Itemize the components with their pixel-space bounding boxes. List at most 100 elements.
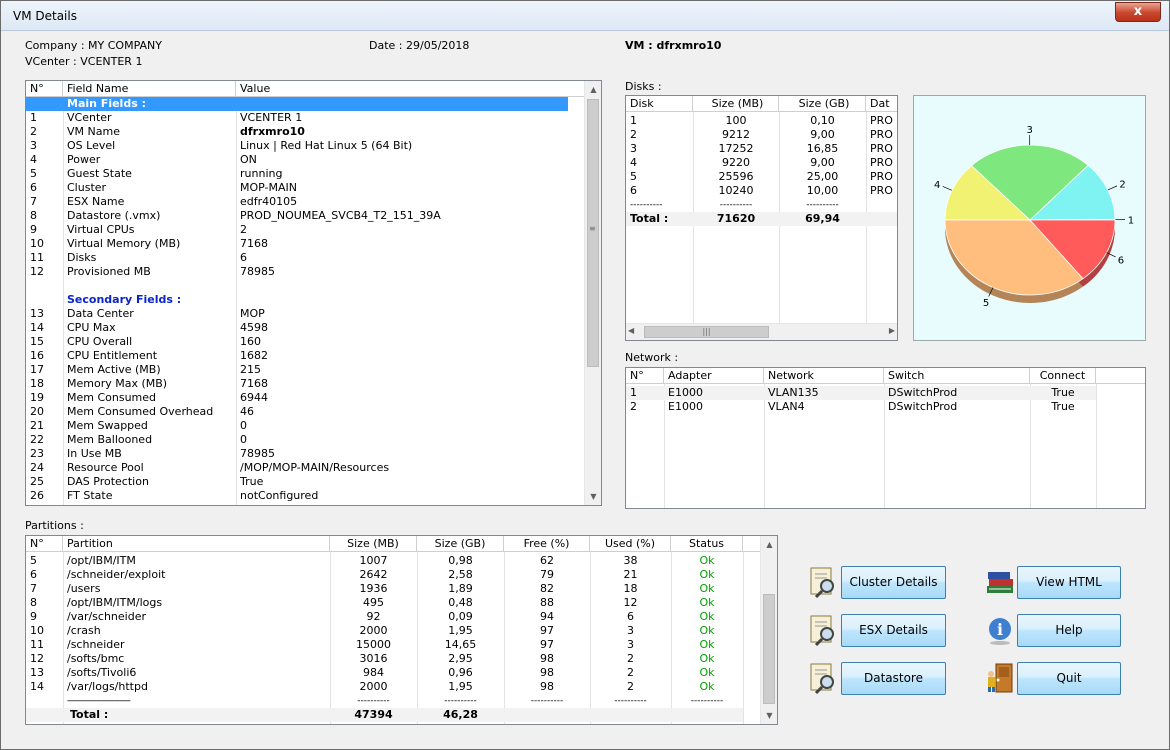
field-value: /MOP/MOP-MAIN/Resources [240, 461, 390, 474]
field-row[interactable]: 10 Virtual Memory (MB) 7168 [26, 237, 568, 251]
secondary-fields-section[interactable]: Secondary Fields : [26, 293, 568, 307]
field-row[interactable]: 22 Mem Ballooned 0 [26, 433, 568, 447]
field-row[interactable]: 12 Provisioned MB 78985 [26, 265, 568, 279]
close-button[interactable]: x [1115, 2, 1161, 22]
col-network[interactable]: Network [764, 368, 884, 384]
field-row[interactable]: 3 OS Level Linux | Red Hat Linux 5 (64 Bit… [26, 139, 568, 153]
col-field-name[interactable]: Field Name [63, 81, 236, 97]
col-status[interactable]: Status [671, 536, 743, 552]
col-free[interactable]: Free (%) [504, 536, 590, 552]
field-name: Guest State [67, 167, 132, 180]
disk-datastore: PRO [870, 114, 893, 127]
field-row[interactable]: 18 Memory Max (MB) 7168 [26, 377, 568, 391]
network-grid[interactable]: N° Adapter Network Switch Connect 1 E1000… [625, 367, 1146, 509]
disk-row[interactable]: 3 17252 16,85 PRO [626, 142, 897, 156]
col-partition[interactable]: Partition [63, 536, 330, 552]
scroll-right-arrow-icon[interactable]: ▶ [889, 326, 895, 335]
field-row[interactable]: 4 Power ON [26, 153, 568, 167]
partition-row[interactable]: 8/opt/IBM/ITM/logs 495 0,48 88 12 Ok [26, 596, 743, 610]
col-disk[interactable]: Disk [626, 96, 693, 112]
disks-hscrollbar[interactable]: ◀ ||| ▶ [626, 323, 897, 340]
col-part-size-gb[interactable]: Size (GB) [417, 536, 504, 552]
field-name: DAS Protection [67, 475, 149, 488]
partition-status: Ok [699, 652, 715, 665]
field-row[interactable]: 5 Guest State running [26, 167, 568, 181]
field-row[interactable]: 26 FT State notConfigured [26, 489, 568, 503]
esx-details-button[interactable]: ESX Details [841, 614, 946, 647]
col-part-size-mb[interactable]: Size (MB) [330, 536, 417, 552]
network-row[interactable]: 1 E1000 VLAN135 DSwitchProd True [626, 386, 1096, 400]
datastore-button[interactable]: Datastore [841, 662, 946, 695]
scroll-down-arrow-icon[interactable]: ▼ [585, 488, 601, 505]
field-number: 25 [30, 475, 44, 488]
col-datastore[interactable]: Dat [866, 96, 897, 112]
disk-datastore: PRO [870, 156, 893, 169]
partition-row[interactable]: 5/opt/IBM/ITM 1007 0,98 62 38 Ok [26, 554, 743, 568]
partition-row[interactable]: 6/schneider/exploit 2642 2,58 79 21 Ok [26, 568, 743, 582]
partition-row[interactable]: 11/schneider 15000 14,65 97 3 Ok [26, 638, 743, 652]
field-row[interactable]: 19 Mem Consumed 6944 [26, 391, 568, 405]
scroll-thumb[interactable] [587, 99, 599, 367]
field-row[interactable]: 13 Data Center MOP [26, 307, 568, 321]
view-html-button[interactable]: View HTML [1017, 566, 1121, 599]
scroll-thumb[interactable] [763, 594, 775, 704]
separator: ---------- [357, 696, 390, 706]
field-row[interactable]: 9 Virtual CPUs 2 [26, 223, 568, 237]
partitions-scrollbar[interactable]: ▲ ▼ [760, 536, 777, 724]
partition-row[interactable]: 7/users 1936 1,89 82 18 Ok [26, 582, 743, 596]
col-number[interactable]: N° [26, 81, 63, 97]
partition-row[interactable]: 14/var/logs/httpd 2000 1,95 98 2 Ok [26, 680, 743, 694]
col-switch[interactable]: Switch [884, 368, 1030, 384]
disk-row[interactable]: 1 100 0,10 PRO [626, 114, 897, 128]
field-row[interactable]: 2 VM Name dfrxmro10 [26, 125, 568, 139]
partition-row[interactable]: 13/softs/Tivoli6 984 0,96 98 2 Ok [26, 666, 743, 680]
scroll-up-arrow-icon[interactable]: ▲ [761, 536, 777, 553]
field-row[interactable]: 21 Mem Swapped 0 [26, 419, 568, 433]
fields-scrollbar[interactable]: ▲ ≡ ▼ [584, 81, 601, 505]
disk-row[interactable]: 2 9212 9,00 PRO [626, 128, 897, 142]
svg-text:i: i [997, 620, 1003, 639]
partition-row[interactable]: 9/var/schneider 92 0,09 94 6 Ok [26, 610, 743, 624]
field-row[interactable]: 1 VCenter VCENTER 1 [26, 111, 568, 125]
col-part-number[interactable]: N° [26, 536, 63, 552]
col-value[interactable]: Value [236, 81, 585, 97]
col-size-gb[interactable]: Size (GB) [779, 96, 866, 112]
field-row[interactable]: 6 Cluster MOP-MAIN [26, 181, 568, 195]
col-adapter[interactable]: Adapter [664, 368, 764, 384]
col-used[interactable]: Used (%) [590, 536, 671, 552]
col-net-number[interactable]: N° [626, 368, 664, 384]
scroll-up-arrow-icon[interactable]: ▲ [585, 81, 601, 98]
help-button[interactable]: Help [1017, 614, 1121, 647]
disk-row[interactable]: 6 10240 10,00 PRO [626, 184, 897, 198]
main-fields-section[interactable]: Main Fields : [26, 97, 568, 111]
field-number: 2 [30, 125, 37, 138]
disks-grid[interactable]: Disk Size (MB) Size (GB) Dat 1 100 0,10 PRO… [625, 95, 898, 341]
field-row[interactable]: 16 CPU Entitlement 1682 [26, 349, 568, 363]
partition-row[interactable]: 12/softs/bmc 3016 2,95 98 2 Ok [26, 652, 743, 666]
disk-row[interactable]: 4 9220 9,00 PRO [626, 156, 897, 170]
field-row[interactable]: 7 ESX Name edfr40105 [26, 195, 568, 209]
field-row[interactable]: 14 CPU Max 4598 [26, 321, 568, 335]
scroll-down-arrow-icon[interactable]: ▼ [761, 707, 777, 724]
col-connect[interactable]: Connect [1030, 368, 1096, 384]
disk-row[interactable]: 5 25596 25,00 PRO [626, 170, 897, 184]
field-row[interactable]: 17 Mem Active (MB) 215 [26, 363, 568, 377]
scroll-left-arrow-icon[interactable]: ◀ [628, 326, 634, 335]
fields-grid[interactable]: N° Field Name Value Main Fields : 1 VCente… [25, 80, 602, 506]
partition-size-gb: 0,98 [448, 554, 473, 567]
partitions-grid[interactable]: N° Partition Size (MB) Size (GB) Free (%… [25, 535, 778, 725]
field-row[interactable]: 24 Resource Pool/MOP/MOP-MAIN/Resources [26, 461, 568, 475]
field-row[interactable]: 15 CPU Overall 160 [26, 335, 568, 349]
field-row[interactable]: 20 Mem Consumed Overhead 46 [26, 405, 568, 419]
partition-total-label: Total : [70, 708, 109, 721]
cluster-details-button[interactable]: Cluster Details [841, 566, 946, 599]
network-row[interactable]: 2 E1000 VLAN4 DSwitchProd True [626, 400, 1096, 414]
field-row[interactable]: 8 Datastore (.vmx) PROD_NOUMEA_SVCB4_T2_15… [26, 209, 568, 223]
hscroll-thumb[interactable]: ||| [644, 326, 769, 338]
partition-row[interactable]: 10/crash 2000 1,95 97 3 Ok [26, 624, 743, 638]
col-size-mb[interactable]: Size (MB) [693, 96, 779, 112]
field-row[interactable]: 25 DAS Protection True [26, 475, 568, 489]
field-row[interactable]: 11 Disks 6 [26, 251, 568, 265]
field-row[interactable]: 23 In Use MB 78985 [26, 447, 568, 461]
quit-button[interactable]: Quit [1017, 662, 1121, 695]
